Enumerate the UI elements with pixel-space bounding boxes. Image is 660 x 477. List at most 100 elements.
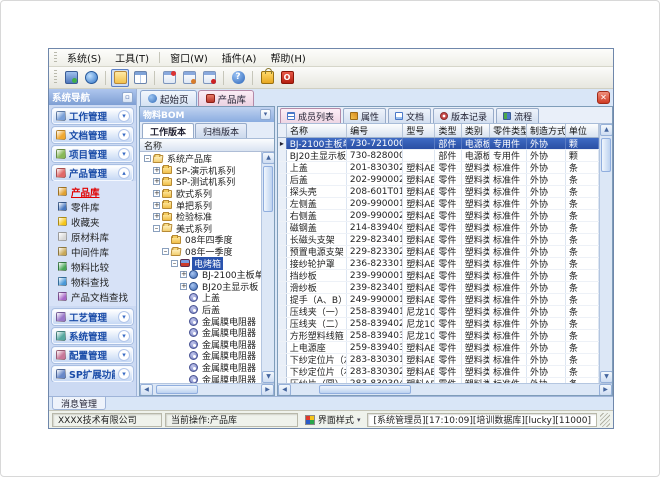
column-header-6[interactable]: 零件类型 (490, 124, 527, 137)
chevron-down-icon[interactable]: ▾ (118, 148, 130, 160)
document-tab-2[interactable]: 产品库 (198, 90, 255, 106)
tree-item[interactable]: –系统产品库 (140, 153, 261, 165)
sidebar-section-6[interactable]: 系统管理▾ (52, 328, 133, 344)
tree-vscroll-thumb[interactable] (263, 166, 273, 212)
menu-tools[interactable]: 工具(T) (108, 48, 156, 67)
sidebar-section-3[interactable]: 项目管理▾ (52, 146, 133, 162)
column-header-1[interactable]: 名称 (287, 124, 347, 137)
tree-column-header[interactable]: 名称 (140, 139, 274, 152)
menu-plugins[interactable]: 插件(A) (215, 48, 264, 67)
menu-help[interactable]: 帮助(H) (263, 48, 312, 67)
sidebar-item-3[interactable]: 收藏夹 (49, 214, 136, 229)
expander-plus-icon[interactable]: + (153, 213, 160, 220)
table-row[interactable]: 预置电源支架229-823302-00X塑料ABS零件塑料类标准件外协条 (278, 246, 599, 258)
tree-item[interactable]: 上盖 (140, 292, 261, 304)
tree-item[interactable]: 金属膜电阻器 (140, 315, 261, 327)
table-hscroll-thumb[interactable] (319, 385, 411, 394)
detail-tab-1[interactable]: 成员列表 (280, 108, 341, 123)
chevron-down-icon[interactable]: ▾ (118, 368, 130, 380)
sidebar-item-8[interactable]: 产品文档查找 (49, 289, 136, 304)
sidebar-item-2[interactable]: 零件库 (49, 199, 136, 214)
tree-item[interactable]: +BJ20主显示板 (140, 281, 261, 293)
resize-grip[interactable] (600, 413, 610, 427)
sidebar-section-5[interactable]: 工艺管理▾ (52, 309, 133, 325)
table-row[interactable]: 挡纱板239-990001-01X塑料ABS零件塑料类标准件外协条 (278, 270, 599, 282)
tree-item[interactable]: +欧式系列 (140, 188, 261, 200)
tree-item[interactable]: 金属膜电阻器 (140, 327, 261, 339)
tree-item[interactable]: 08年四季度 (140, 234, 261, 246)
scroll-left-icon[interactable]: ◀ (140, 384, 153, 396)
tree-vertical-scrollbar[interactable]: ▲ ▼ (261, 152, 274, 383)
chevron-down-icon[interactable]: ▾ (118, 311, 130, 323)
table-row[interactable]: 滑纱板239-823401-00X塑料ABS零件塑料类标准件外协条 (278, 282, 599, 294)
expander-plus-icon[interactable]: + (180, 271, 187, 278)
close-document-button[interactable]: ✕ (597, 91, 610, 104)
sidebar-item-7[interactable]: 物料查找 (49, 274, 136, 289)
table-row[interactable]: 探头壳208-601T01-01X塑料ABS零件塑料类标准件外协条 (278, 186, 599, 198)
message-management-tab[interactable]: 消息管理 (52, 397, 106, 410)
table-row[interactable]: 磁钢盖214-839404-01X塑料ABS零件塑料类标准件外协条 (278, 222, 599, 234)
monitor-button[interactable] (62, 69, 80, 87)
table-row[interactable]: 上电源座259-839403-00X塑料ABS零件塑料类标准件外协条 (278, 342, 599, 354)
expander-plus-icon[interactable]: + (153, 167, 160, 174)
table-vertical-scrollbar[interactable]: ▲ ▼ (599, 124, 612, 383)
scroll-left-icon[interactable]: ◀ (278, 384, 291, 396)
sidebar-item-4[interactable]: 原材料库 (49, 229, 136, 244)
detail-tab-3[interactable]: 文档 (388, 108, 431, 123)
expander-minus-icon[interactable]: – (171, 260, 178, 267)
tree-item[interactable]: 金属膜电阻器 (140, 339, 261, 351)
chevron-down-icon[interactable]: ▾ (118, 129, 130, 141)
sidebar-item-1[interactable]: 产品库 (49, 184, 136, 199)
sidebar-section-2[interactable]: 文档管理▾ (52, 127, 133, 143)
window-badge-button[interactable] (160, 69, 178, 87)
detail-tab-4[interactable]: 版本记录 (433, 108, 494, 123)
table-row[interactable]: 接纱轮护罩236-823301-00X塑料ABS零件塑料类标准件外协条 (278, 258, 599, 270)
expander-plus-icon[interactable]: + (153, 202, 160, 209)
bom-tab-2[interactable]: 归档版本 (195, 123, 247, 138)
sidebar-collapse-button[interactable]: ▫ (122, 92, 133, 103)
window-delete-button[interactable] (200, 69, 218, 87)
tree-item[interactable]: +单把系列 (140, 199, 261, 211)
tree-hscroll-thumb[interactable] (156, 385, 198, 394)
chevron-down-icon[interactable]: ▾ (118, 349, 130, 361)
globe-button[interactable] (82, 69, 100, 87)
column-header-8[interactable]: 单位 (566, 124, 599, 137)
sidebar-section-7[interactable]: 配置管理▾ (52, 347, 133, 363)
column-header-2[interactable]: 编号 (347, 124, 403, 137)
tree-item[interactable]: +SP-测试机系列 (140, 176, 261, 188)
tree-item[interactable]: 后盖 (140, 304, 261, 316)
document-tab-1[interactable]: 起始页 (140, 90, 197, 106)
lock-button[interactable] (258, 69, 276, 87)
column-header-7[interactable]: 制造方式 (527, 124, 566, 137)
tree-item[interactable]: 金属膜电阻器 (140, 350, 261, 362)
chevron-up-icon[interactable]: ▴ (118, 167, 130, 179)
sidebar-item-6[interactable]: 物料比较 (49, 259, 136, 274)
expander-minus-icon[interactable]: – (153, 225, 160, 232)
window-export-button[interactable] (180, 69, 198, 87)
table-hscroll-track[interactable] (291, 384, 599, 395)
menu-window[interactable]: 窗口(W) (163, 48, 215, 67)
table-row[interactable]: 左侧盖209-990001-01X塑料ABS零件塑料类标准件外协条 (278, 198, 599, 210)
expander-minus-icon[interactable]: – (144, 155, 151, 162)
detail-tab-2[interactable]: 属性 (343, 108, 386, 123)
sidebar-section-1[interactable]: 工作管理▾ (52, 108, 133, 124)
power-button[interactable]: O (278, 69, 296, 87)
expander-plus-icon[interactable]: + (180, 283, 187, 290)
tree-vscroll-track[interactable] (262, 164, 274, 371)
table-row[interactable]: 压线夹（二）258-839402-00X尼龙1010零件塑料类标准件外协条 (278, 318, 599, 330)
scroll-right-icon[interactable]: ▶ (261, 384, 274, 396)
tree-item[interactable]: –美式系列 (140, 223, 261, 235)
chevron-down-icon[interactable]: ▾ (118, 330, 130, 342)
expander-minus-icon[interactable]: – (162, 248, 169, 255)
tree-item[interactable]: +SP-演示机系列 (140, 165, 261, 177)
tree-hscroll-track[interactable] (153, 384, 261, 395)
folder-button[interactable] (111, 69, 129, 87)
column-header-5[interactable]: 类别 (462, 124, 490, 137)
table-horizontal-scrollbar[interactable]: ◀ ▶ (278, 383, 612, 395)
table-row[interactable]: 下纱定位片（左）283-830301-00X塑料ABS零件塑料类标准件外协条 (278, 354, 599, 366)
detail-tab-5[interactable]: 流程 (496, 108, 539, 123)
sidebar-section-4[interactable]: 产品管理▴ (52, 165, 133, 181)
tree-item[interactable]: +BJ-2100主板单点 (140, 269, 261, 281)
table-row[interactable]: 上盖201-830302-00X塑料ABS零件塑料类标准件外协条 (278, 162, 599, 174)
table-row[interactable]: 长磁头支架229-823401-00X塑料ABS零件塑料类标准件外协条 (278, 234, 599, 246)
